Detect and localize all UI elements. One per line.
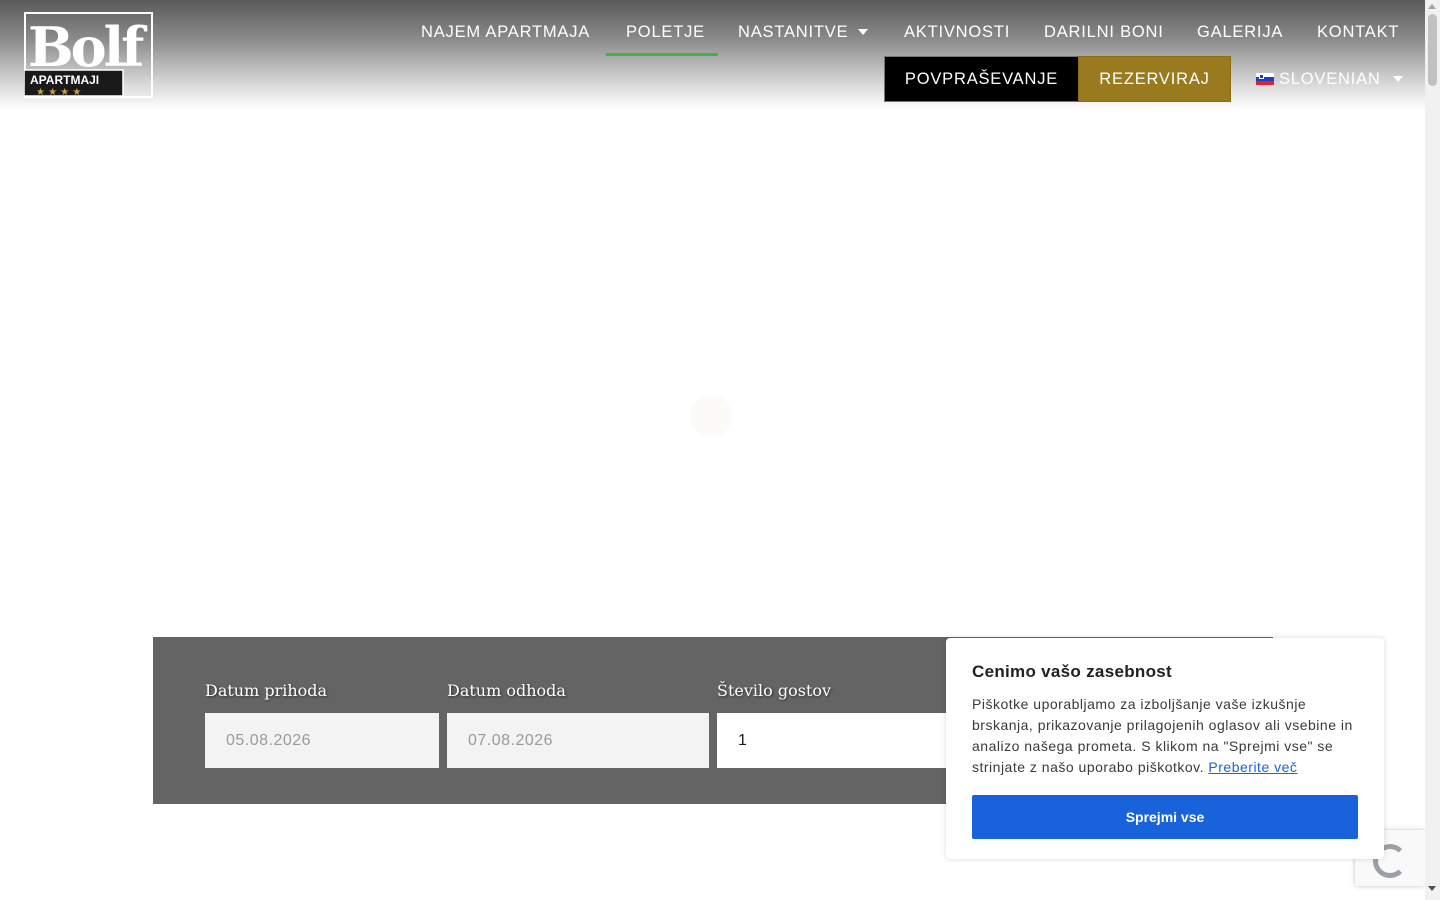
chevron-down-icon: [1392, 76, 1403, 82]
language-label: SLOVENIAN: [1279, 69, 1381, 88]
loading-spinner: [690, 395, 732, 437]
language-switcher[interactable]: SLOVENIAN: [1256, 66, 1403, 92]
chevron-down-icon: [858, 28, 869, 35]
arrival-date-label: Datum prihoda: [205, 681, 328, 700]
logo-stars: ★ ★ ★ ★: [36, 87, 81, 98]
nav-item-darilni-boni[interactable]: DARILNI BONI: [1044, 18, 1164, 48]
nav-label: KONTAKT: [1317, 23, 1400, 41]
page-scrollbar[interactable]: [1425, 0, 1440, 900]
reserve-button[interactable]: REZERVIRAJ: [1078, 56, 1231, 102]
nav-label: POLETJE: [626, 23, 705, 41]
scrollbar-thumb[interactable]: [1428, 14, 1437, 86]
nav-label: NASTANITVE: [738, 23, 849, 41]
nav-item-nastanitve[interactable]: NASTANITVE: [738, 18, 869, 48]
accept-all-button[interactable]: Sprejmi vse: [972, 795, 1358, 839]
cookie-consent-banner: Cenimo vašo zasebnost Piškotke uporablja…: [946, 638, 1384, 859]
scroll-down-arrow-icon[interactable]: [1428, 886, 1436, 891]
nav-item-aktivnosti[interactable]: AKTIVNOSTI: [904, 18, 1010, 48]
nav-label: AKTIVNOSTI: [904, 23, 1011, 41]
cookie-title: Cenimo vašo zasebnost: [972, 662, 1172, 681]
read-more-link[interactable]: Preberite več: [1208, 759, 1297, 775]
nav-label: DARILNI BONI: [1044, 23, 1164, 41]
departure-date-label: Datum odhoda: [447, 681, 566, 700]
guests-label: Število gostov: [717, 681, 832, 700]
nav-item-poletje[interactable]: POLETJE: [626, 18, 705, 48]
inquiry-button[interactable]: POVPRAŠEVANJE: [884, 56, 1079, 102]
departure-date-input[interactable]: 07.08.2026: [447, 713, 709, 768]
scroll-up-arrow-icon[interactable]: [1428, 4, 1436, 9]
nav-item-kontakt[interactable]: KONTAKT: [1317, 18, 1399, 48]
nav-item-galerija[interactable]: GALERIJA: [1197, 18, 1283, 48]
bolf-apartmaji-logo[interactable]: Bolf APARTMAJI ★ ★ ★ ★: [24, 12, 156, 100]
guests-input[interactable]: 1: [717, 713, 957, 768]
arrival-date-input[interactable]: 05.08.2026: [205, 713, 439, 768]
nav-label: NAJEM APARTMAJA: [421, 23, 591, 41]
cookie-text: Piškotke uporabljamo za izboljšanje vaše…: [972, 694, 1364, 778]
nav-label: GALERIJA: [1197, 23, 1284, 41]
logo-subtitle: APARTMAJI: [30, 73, 99, 87]
nav-item-najem-apartmaja[interactable]: NAJEM APARTMAJA: [421, 18, 590, 48]
nav-active-indicator: [606, 53, 718, 56]
site-header: Bolf APARTMAJI ★ ★ ★ ★ NAJEM APARTMAJA P…: [0, 0, 1425, 110]
slovenia-flag-icon: [1256, 72, 1274, 86]
